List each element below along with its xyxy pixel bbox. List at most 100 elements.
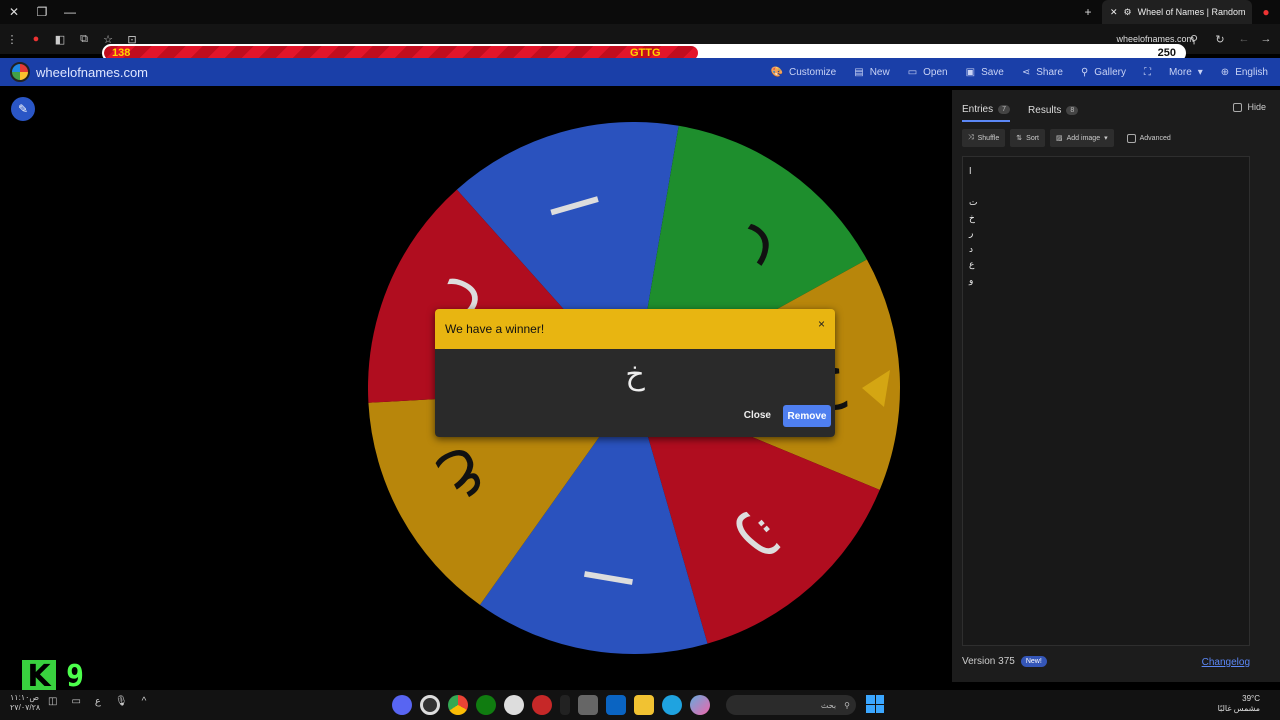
advanced-label: Advanced [1139, 134, 1171, 142]
language-indicator-icon[interactable]: ع [95, 696, 101, 707]
language-button[interactable]: ⊕ English [1221, 67, 1268, 78]
chrome-profile-icon[interactable]: ● [1252, 0, 1280, 24]
app-folder-icon[interactable] [634, 695, 654, 715]
entries-textarea[interactable]: ا تخردعو [962, 156, 1250, 646]
streamer-logo: K 9 [22, 660, 90, 694]
dialog-header: We have a winner! × [435, 309, 835, 349]
new-label: New [869, 66, 890, 78]
dialog-title: We have a winner! [445, 322, 545, 336]
shuffle-icon: ⤨ [968, 134, 974, 141]
language-label: English [1235, 66, 1268, 78]
save-label: Save [981, 66, 1004, 78]
minimize-window-icon[interactable]: — [56, 0, 84, 24]
shuffle-label: Shuffle [977, 134, 1000, 142]
tab-close-icon[interactable]: ✕ [1110, 7, 1118, 18]
network-icon[interactable]: ▭ [71, 696, 80, 707]
entry-line: ر [969, 229, 974, 239]
open-button[interactable]: ▭ Open [908, 67, 948, 78]
app-phone-icon[interactable] [560, 695, 570, 715]
chevron-down-icon: ▾ [1104, 135, 1108, 142]
more-button[interactable]: More ▾ [1169, 67, 1203, 78]
advanced-checkbox[interactable] [1126, 133, 1136, 143]
new-button[interactable]: ▤ New [854, 67, 889, 78]
app-chrome-icon[interactable] [448, 695, 468, 715]
browser-menu-icon[interactable]: ⋮ [0, 24, 24, 54]
tab-entries-label: Entries [962, 103, 994, 115]
app-edge-icon[interactable] [662, 695, 682, 715]
app-settings-icon[interactable] [532, 695, 552, 715]
tab-results-label: Results [1028, 104, 1062, 116]
browser-tab[interactable]: ✕ ⚙ Wheel of Names | Random [1102, 0, 1252, 24]
file-icon: ▤ [854, 66, 864, 78]
share-icon: ⋖ [1021, 66, 1031, 78]
chevron-up-icon[interactable]: ^ [142, 696, 147, 707]
entry-line [969, 181, 1243, 197]
add-image-button[interactable]: ▨ Add image ▾ [1050, 129, 1114, 147]
winner-dialog: We have a winner! × خ Close Remove [435, 309, 835, 437]
dialog-close-icon[interactable]: × [818, 317, 825, 331]
folder-icon: ▭ [907, 66, 918, 78]
fullscreen-icon: ⛶ [1143, 66, 1151, 78]
back-icon[interactable]: → [1254, 24, 1278, 54]
search-placeholder: بحث [820, 700, 837, 710]
advanced-toggle[interactable]: Advanced [1126, 129, 1171, 147]
save-button[interactable]: ▣ Save [966, 67, 1004, 78]
app-discord-icon[interactable] [392, 695, 412, 715]
windows-start-icon[interactable] [866, 695, 884, 713]
taskbar-clock[interactable]: ص١١:١٠ ٢٧/٠٧/٢٨ [10, 693, 40, 713]
tab-entries[interactable]: Entries 7 [962, 98, 1011, 122]
entries-panel: Entries 7 Results 8 Hide ⤨ Shuffle ⇅ Sort … [952, 90, 1280, 682]
close-window-icon[interactable]: ✕ [0, 0, 28, 24]
hide-toggle[interactable]: Hide [1233, 102, 1266, 112]
hide-label: Hide [1247, 102, 1266, 112]
customize-button[interactable]: 🎨 Customize [771, 67, 837, 78]
new-badge: New! [1020, 656, 1047, 667]
palette-icon: 🎨 [770, 66, 783, 78]
site-name: wheelofnames.com [36, 64, 148, 80]
app-outlook-icon[interactable] [606, 695, 626, 715]
app-cube-icon[interactable] [578, 695, 598, 715]
gallery-button[interactable]: ⚲ Gallery [1081, 67, 1126, 78]
clock-date: ٢٧/٠٧/٢٨ [10, 703, 41, 712]
microphone-icon[interactable]: 🎙 [115, 696, 128, 707]
taskbar-search[interactable]: بحث ⚲ [726, 695, 856, 715]
wheel-logo-icon [10, 62, 30, 82]
edit-pencil-button[interactable]: ✎ [11, 97, 35, 121]
tab-results[interactable]: Results 8 [1028, 98, 1079, 122]
close-button[interactable]: Close [744, 410, 771, 421]
tab-title: Wheel of Names | Random [1137, 7, 1246, 17]
app-record-icon[interactable] [420, 695, 440, 715]
hide-checkbox[interactable] [1233, 102, 1243, 112]
winner-text: خ [625, 357, 645, 392]
share-icon[interactable]: ⧉ [72, 24, 96, 54]
changelog-link[interactable]: Changelog [1202, 657, 1250, 668]
gallery-label: Gallery [1094, 66, 1126, 78]
remove-button[interactable]: Remove [783, 405, 831, 427]
speaker-icon[interactable]: ◫ [48, 696, 57, 707]
site-logo[interactable]: wheelofnames.com [10, 62, 148, 82]
app-copilot-icon[interactable] [690, 695, 710, 715]
entry-line: ع [969, 260, 975, 270]
taskbar-apps [392, 695, 710, 715]
reload-icon[interactable]: ↻ [1208, 24, 1232, 54]
app-gamepad-icon[interactable] [504, 695, 524, 715]
app-xbox-icon[interactable] [476, 695, 496, 715]
search-icon: ⚲ [1080, 66, 1089, 78]
restore-window-icon[interactable]: ❐ [28, 0, 56, 24]
share-label: Share [1036, 66, 1063, 78]
fullscreen-button[interactable]: ⛶ [1144, 67, 1151, 78]
new-tab-icon[interactable]: + [1074, 0, 1102, 24]
extensions-icon[interactable]: ◧ [48, 24, 72, 54]
version-info: Version 375 New! [962, 656, 1047, 667]
forward-icon[interactable]: ← [1232, 24, 1256, 54]
share-button[interactable]: ⋖ Share [1022, 67, 1063, 78]
logo-9: 9 [60, 660, 90, 694]
sort-button[interactable]: ⇅ Sort [1010, 129, 1045, 147]
entry-line: خ [969, 213, 975, 224]
extension-icon[interactable]: ● [24, 24, 48, 54]
shuffle-button[interactable]: ⤨ Shuffle [962, 129, 1006, 147]
pencil-icon: ✎ [17, 102, 29, 116]
weather-widget[interactable]: 39°C مشمس غالبًا [1218, 694, 1260, 714]
dialog-body: خ Close Remove [435, 349, 835, 437]
weather-temp: 39°C [1242, 694, 1260, 703]
